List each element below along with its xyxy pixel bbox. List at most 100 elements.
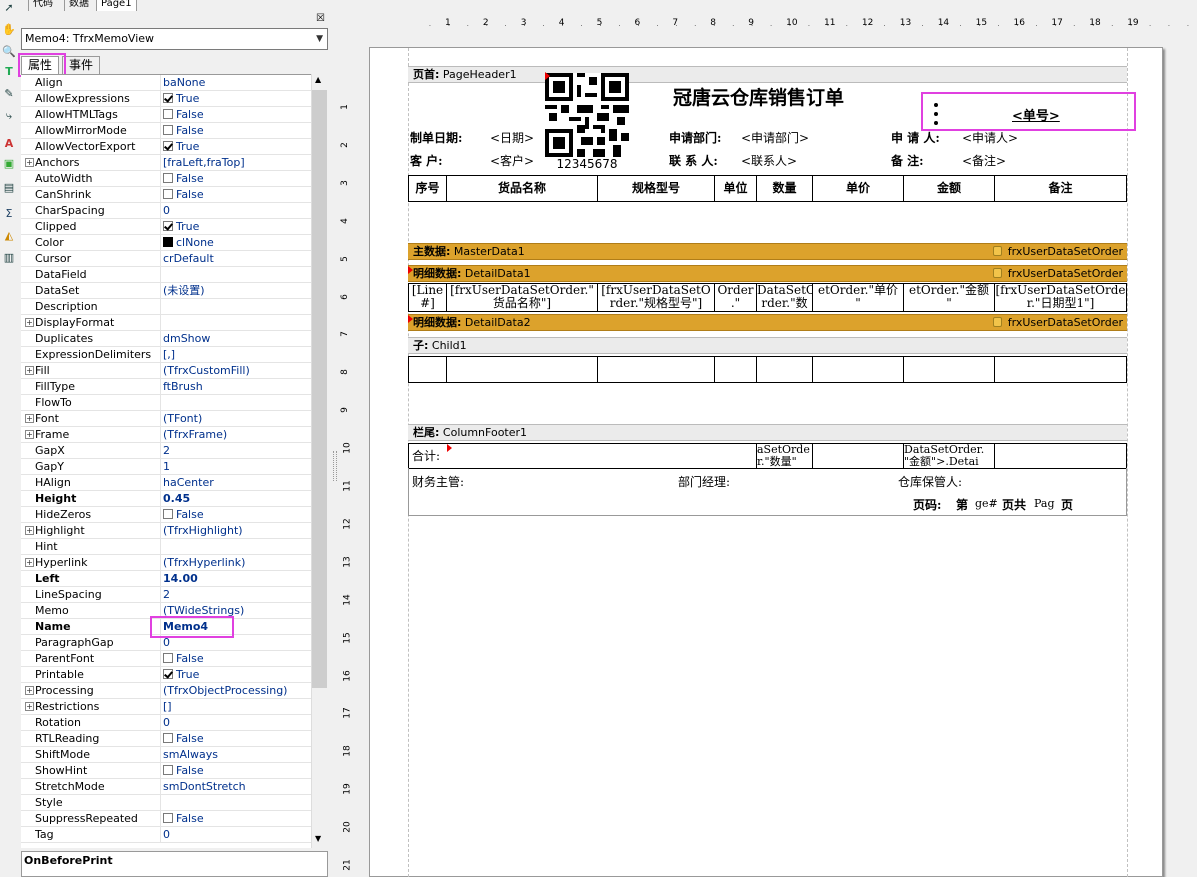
property-row[interactable]: Align baNone [21, 75, 311, 91]
label-dept[interactable]: 申请部门: [669, 129, 721, 146]
checkbox[interactable] [163, 813, 173, 823]
detail-cell[interactable]: [Line #] [408, 283, 447, 312]
property-row[interactable]: Tag 0 [21, 827, 311, 843]
table-cell[interactable] [903, 356, 995, 383]
expand-icon[interactable]: + [25, 414, 34, 423]
scrollbar-thumb[interactable] [312, 90, 327, 688]
band-detaildata2[interactable]: 明细数据: DetailData2 frxUserDataSetOrder [408, 314, 1127, 331]
property-row[interactable]: GapY 1 [21, 459, 311, 475]
checkbox[interactable] [163, 93, 173, 103]
property-row[interactable]: SuppressRepeated False [21, 811, 311, 827]
property-value[interactable]: False [163, 731, 311, 746]
property-value[interactable]: (TfrxHighlight) [163, 523, 311, 538]
property-row[interactable]: + Font (TFont) [21, 411, 311, 427]
band-pageheader[interactable]: 页首: PageHeader1 [408, 66, 1127, 83]
header-cell[interactable]: 货品名称 [446, 175, 598, 202]
property-row[interactable]: Cursor crDefault [21, 251, 311, 267]
detail-cell[interactable]: etOrder."单价 " [812, 283, 904, 312]
property-value[interactable]: False [163, 763, 311, 778]
property-value[interactable]: False [163, 123, 311, 138]
property-row[interactable]: RTLReading False [21, 731, 311, 747]
property-row[interactable]: DataField [21, 267, 311, 283]
table-cell[interactable] [756, 356, 813, 383]
checkbox[interactable] [163, 733, 173, 743]
property-row[interactable]: + Anchors [fraLeft,fraTop] [21, 155, 311, 171]
sign-warehouse[interactable]: 仓库保管人: [898, 473, 962, 490]
property-row[interactable]: CharSpacing 0 [21, 203, 311, 219]
property-row[interactable]: Printable True [21, 667, 311, 683]
field-dept[interactable]: <申请部门> [741, 129, 809, 146]
detail-cell[interactable]: [frxUserDataSetOrde r."日期型1"] [994, 283, 1127, 312]
property-value[interactable]: (TfrxObjectProcessing) [163, 683, 311, 698]
expand-icon[interactable]: + [25, 686, 34, 695]
property-value[interactable]: ftBrush [163, 379, 311, 394]
expand-icon[interactable]: + [25, 158, 34, 167]
sign-finance[interactable]: 财务主管: [412, 473, 464, 490]
property-row[interactable]: + Fill (TfrxCustomFill) [21, 363, 311, 379]
property-row[interactable]: HAlign haCenter [21, 475, 311, 491]
close-icon[interactable]: ☒ [316, 13, 325, 24]
tab-events[interactable]: 事件 [62, 56, 101, 74]
checkbox[interactable] [163, 173, 173, 183]
property-row[interactable]: Left 14.00 [21, 571, 311, 587]
table-cell[interactable] [994, 356, 1127, 383]
property-value[interactable]: [,] [163, 347, 311, 362]
table-cell[interactable] [597, 356, 715, 383]
property-value[interactable]: True [163, 91, 311, 106]
tab-page1[interactable]: Page1 [96, 0, 137, 11]
detail-cell[interactable]: [frxUserDataSetO rder."规格型号"] [597, 283, 715, 312]
sum-icon[interactable]: Σ [2, 207, 16, 221]
property-value[interactable]: False [163, 171, 311, 186]
splitter[interactable] [330, 11, 340, 877]
font-a-icon[interactable]: A [2, 137, 16, 151]
footer-cell[interactable] [812, 443, 904, 469]
header-cell[interactable]: 备注 [994, 175, 1127, 202]
barcode-icon[interactable]: ▥ [2, 251, 16, 265]
field-remark[interactable]: <备注> [962, 152, 1006, 169]
connector-icon[interactable]: ⤷ [2, 109, 16, 123]
property-value[interactable]: crDefault [163, 251, 311, 266]
band-masterdata[interactable]: 主数据: MasterData1 frxUserDataSetOrder [408, 243, 1127, 260]
checkbox[interactable] [163, 141, 173, 151]
property-value[interactable]: True [163, 139, 311, 154]
property-row[interactable]: Rotation 0 [21, 715, 311, 731]
property-row[interactable]: + Highlight (TfrxHighlight) [21, 523, 311, 539]
property-value[interactable]: smDontStretch [163, 779, 311, 794]
property-value[interactable]: (TFont) [163, 411, 311, 426]
header-cell[interactable]: 金额 [903, 175, 995, 202]
checkbox[interactable] [163, 221, 173, 231]
property-value[interactable]: 0.45 [163, 491, 311, 506]
property-value[interactable]: 1 [163, 459, 311, 474]
property-value[interactable]: False [163, 187, 311, 202]
property-value[interactable]: haCenter [163, 475, 311, 490]
expand-icon[interactable]: + [25, 318, 34, 327]
property-row[interactable]: AllowHTMLTags False [21, 107, 311, 123]
property-row[interactable]: ShiftMode smAlways [21, 747, 311, 763]
hand-icon[interactable]: ✋ [2, 23, 16, 37]
property-row[interactable]: AllowMirrorMode False [21, 123, 311, 139]
tab-data[interactable]: 数据 [64, 0, 93, 11]
property-row[interactable]: Color clNone [21, 235, 311, 251]
footer-total-label[interactable]: 合计: [408, 443, 757, 469]
detail-cell[interactable]: DataSetO rder."数 [756, 283, 813, 312]
footer-qty[interactable]: aSetOrde r."数量" [756, 443, 813, 469]
checkbox[interactable] [163, 765, 173, 775]
label-date[interactable]: 制单日期: [410, 129, 462, 146]
expand-icon[interactable]: + [25, 702, 34, 711]
text-tool-icon[interactable]: T [2, 65, 16, 79]
header-cell[interactable]: 单位 [714, 175, 757, 202]
table-cell[interactable] [812, 356, 904, 383]
expand-icon[interactable]: + [25, 526, 34, 535]
property-value[interactable]: False [163, 107, 311, 122]
checkbox[interactable] [163, 669, 173, 679]
property-value[interactable]: smAlways [163, 747, 311, 762]
property-row[interactable]: FillType ftBrush [21, 379, 311, 395]
property-row[interactable]: DataSet (未设置) [21, 283, 311, 299]
property-value[interactable]: False [163, 651, 311, 666]
property-value[interactable]: (TfrxCustomFill) [163, 363, 311, 378]
detail-cell[interactable]: Order ." [714, 283, 757, 312]
label-applicant[interactable]: 申 请 人: [891, 129, 940, 146]
property-row[interactable]: Duplicates dmShow [21, 331, 311, 347]
page-part-1[interactable]: 第 [956, 496, 968, 513]
property-row[interactable]: Style [21, 795, 311, 811]
